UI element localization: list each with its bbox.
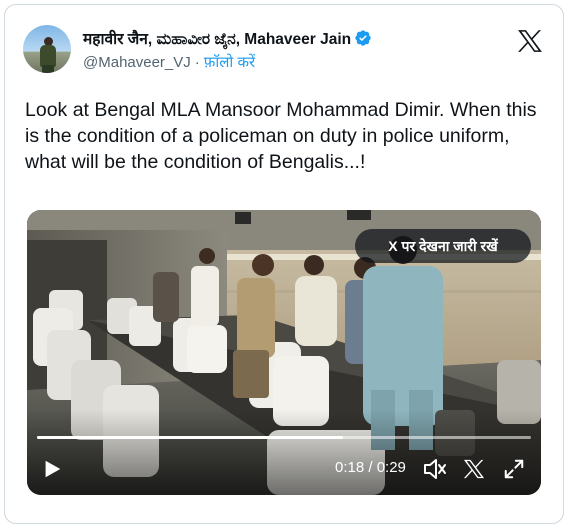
video-controls: 0:18 / 0:29: [27, 446, 541, 492]
author-handle[interactable]: @Mahaveer_VJ: [83, 54, 191, 71]
continue-on-x-button[interactable]: X पर देखना जारी रखें: [355, 229, 531, 263]
handle-row: @Mahaveer_VJ · फ़ॉलो करें: [83, 51, 372, 73]
follow-link[interactable]: फ़ॉलो करें: [204, 52, 255, 72]
x-logo-icon[interactable]: [517, 29, 543, 53]
video-time: 0:18 / 0:29: [335, 459, 406, 476]
author-display-name[interactable]: महावीर जैन, ಮಹಾವೀರ ಜೈನ, Mahaveer Jain: [83, 27, 351, 49]
author-avatar[interactable]: [23, 25, 71, 73]
display-name-row: महावीर जैन, ಮಹಾವೀರ ಜೈನ, Mahaveer Jain: [83, 27, 372, 49]
tweet-header: महावीर जैन, ಮಹಾವೀರ ಜೈನ, Mahaveer Jain @M…: [23, 23, 547, 83]
volume-icon[interactable]: [423, 458, 447, 480]
expand-icon[interactable]: [503, 458, 525, 480]
dot-separator: ·: [194, 53, 200, 71]
video-progress-bar[interactable]: [37, 436, 531, 439]
author-names: महावीर जैन, ಮಹಾವೀರ ಜೈನ, Mahaveer Jain @M…: [83, 27, 372, 73]
play-icon[interactable]: [41, 458, 63, 480]
x-icon[interactable]: [463, 458, 485, 480]
verified-badge-icon: [355, 30, 371, 46]
avatar-figure-body: [40, 45, 56, 67]
tweet-card[interactable]: महावीर जैन, ಮಹಾವೀರ ಜೈನ, Mahaveer Jain @M…: [4, 4, 564, 524]
avatar-figure-legs: [42, 65, 54, 73]
tweet-text: Look at Bengal MLA Mansoor Mohammad Dimi…: [25, 99, 537, 173]
video-progress-fill: [37, 436, 344, 439]
video-player[interactable]: X पर देखना जारी रखें 0:18 / 0:29: [27, 210, 541, 495]
